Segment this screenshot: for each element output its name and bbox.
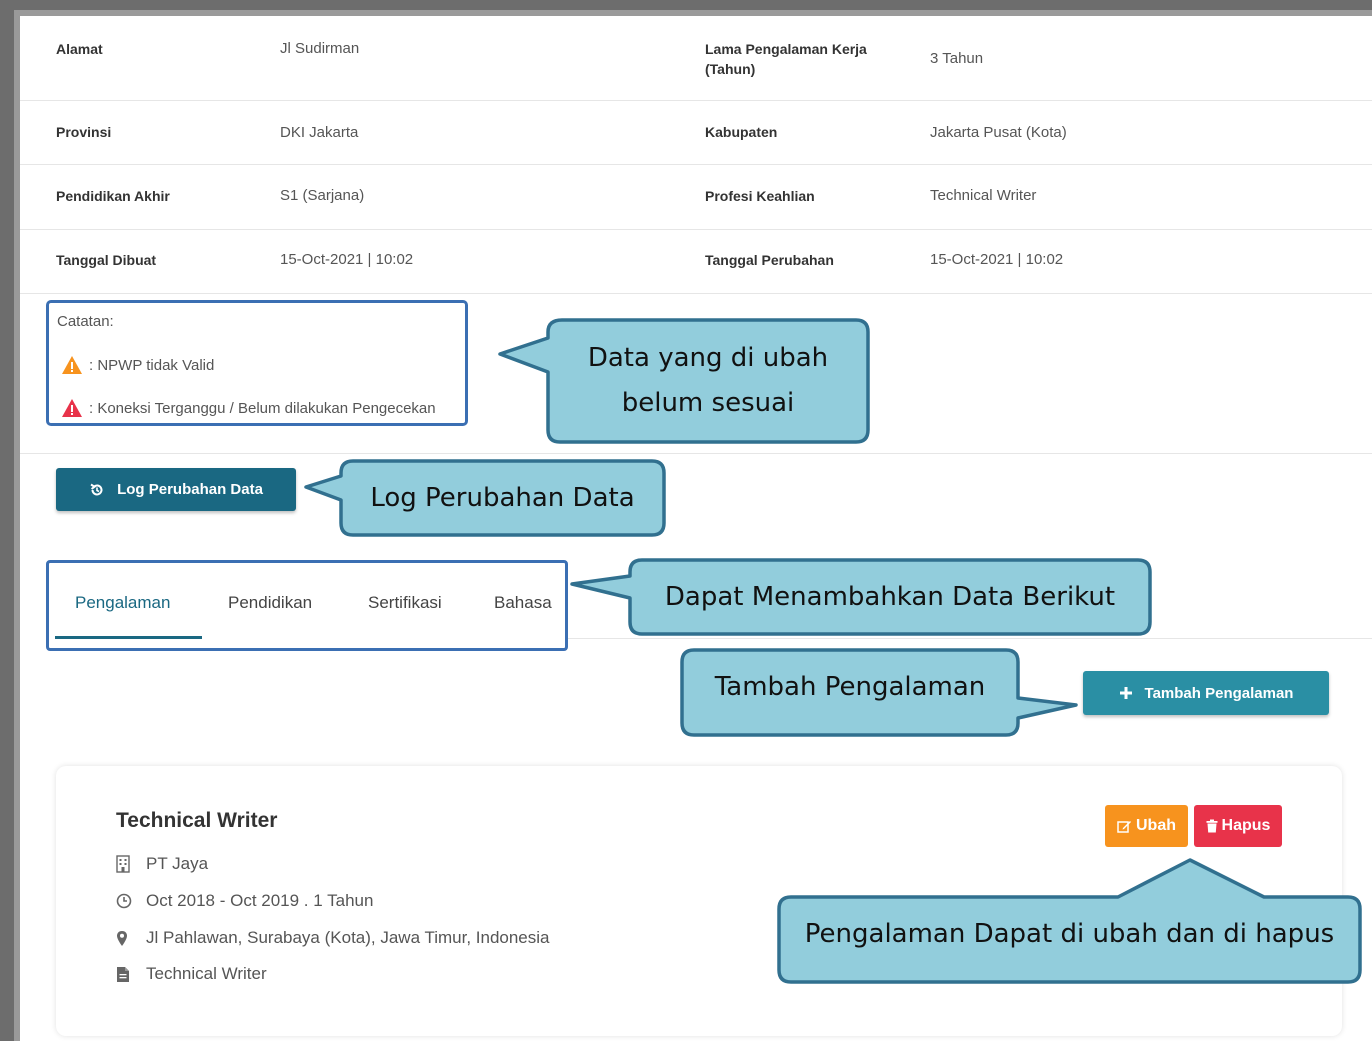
experience-description: Technical Writer	[116, 964, 267, 984]
tab-sertifikasi[interactable]: Sertifikasi	[368, 593, 442, 613]
tabs-divider	[568, 638, 1372, 639]
active-tab-indicator	[55, 636, 202, 639]
experience-period: Oct 2018 - Oct 2019 . 1 Tahun	[116, 891, 373, 911]
experience-company-text: PT Jaya	[146, 854, 209, 873]
tambah-pengalaman-label: Tambah Pengalaman	[1144, 684, 1294, 702]
value-kabupaten: Jakarta Pusat (Kota)	[930, 124, 1067, 141]
ubah-label: Ubah	[1136, 817, 1176, 834]
callout-data-line-1: Data yang di ubah	[587, 343, 829, 373]
hapus-label: Hapus	[1221, 817, 1271, 834]
label-pendidikan-akhir: Pendidikan Akhir	[56, 188, 170, 204]
value-provinsi: DKI Jakarta	[280, 124, 359, 141]
callout-edit-text: Pengalaman Dapat di ubah dan di hapus	[804, 919, 1335, 949]
document-icon	[116, 966, 146, 983]
value-alamat: Jl Sudirman	[280, 40, 360, 57]
note-npwp: : NPWP tidak Valid	[61, 355, 214, 375]
profile-info-table: Alamat Jl Sudirman Lama Pengalaman Kerja…	[20, 16, 1372, 294]
info-row-pendidikan: Pendidikan Akhir S1 (Sarjana) Profesi Ke…	[20, 165, 1372, 230]
callout-tabs-text: Dapat Menambahkan Data Berikut	[664, 582, 1116, 612]
experience-company: PT Jaya	[116, 854, 208, 874]
experience-card: Technical Writer PT Jaya Oct 2018 - Oct …	[56, 766, 1342, 1036]
plus-icon	[1119, 687, 1132, 699]
label-lama-pengalaman-1: Lama Pengalaman Kerja	[705, 41, 867, 57]
info-row-provinsi: Provinsi DKI Jakarta Kabupaten Jakarta P…	[20, 101, 1372, 165]
label-alamat: Alamat	[56, 41, 103, 57]
log-perubahan-label: Log Perubahan Data	[117, 481, 263, 498]
info-row-alamat: Alamat Jl Sudirman Lama Pengalaman Kerja…	[20, 16, 1372, 101]
notes-title: Catatan:	[57, 313, 114, 330]
experience-description-text: Technical Writer	[146, 964, 267, 983]
value-profesi-keahlian: Technical Writer	[930, 187, 1037, 204]
callout-data-line-2: belum sesuai	[621, 388, 795, 418]
value-tanggal-perubahan: 15-Oct-2021 | 10:02	[930, 251, 1064, 268]
callout-add-text: Tambah Pengalaman	[714, 672, 986, 702]
callout-data-text: Data yang di ubah belum sesuai	[548, 336, 868, 426]
edit-icon	[1117, 821, 1131, 833]
value-lama-pengalaman: 3 Tahun	[930, 50, 984, 67]
label-kabupaten: Kabupaten	[705, 124, 778, 140]
divider	[20, 453, 1372, 454]
info-row-tanggal: Tanggal Dibuat 15-Oct-2021 | 10:02 Tangg…	[20, 230, 1372, 294]
label-lama-pengalaman-2: (Tahun)	[705, 61, 756, 77]
warning-icon	[62, 399, 82, 417]
value-pendidikan-akhir: S1 (Sarjana)	[280, 187, 365, 204]
tab-bahasa[interactable]: Bahasa	[494, 593, 552, 613]
building-icon	[116, 855, 146, 873]
tab-pendidikan[interactable]: Pendidikan	[228, 593, 312, 613]
map-marker-icon	[116, 930, 146, 947]
label-tanggal-perubahan: Tanggal Perubahan	[705, 252, 834, 268]
tab-pengalaman[interactable]: Pengalaman	[75, 593, 170, 613]
label-provinsi: Provinsi	[56, 124, 112, 140]
experience-title: Technical Writer	[116, 809, 278, 832]
notes-box: Catatan: : NPWP tidak Valid : Koneksi Te…	[46, 300, 468, 426]
trash-icon	[1206, 819, 1218, 833]
experience-location-text: Jl Pahlawan, Surabaya (Kota), Jawa Timur…	[146, 928, 550, 947]
note-koneksi-text: : Koneksi Terganggu / Belum dilakukan Pe…	[89, 399, 436, 417]
warning-icon	[62, 356, 82, 374]
callout-log-text: Log Perubahan Data	[370, 483, 635, 513]
note-koneksi: : Koneksi Terganggu / Belum dilakukan Pe…	[61, 398, 436, 418]
log-perubahan-button[interactable]: Log Perubahan Data	[56, 468, 296, 511]
tabs-bar: Pengalaman Pendidikan Sertifikasi Bahasa	[46, 560, 568, 651]
ubah-button[interactable]: Ubah	[1105, 805, 1188, 847]
tambah-pengalaman-button[interactable]: Tambah Pengalaman	[1083, 671, 1329, 715]
label-profesi-keahlian: Profesi Keahlian	[705, 188, 815, 204]
history-icon	[90, 483, 103, 495]
value-tanggal-dibuat: 15-Oct-2021 | 10:02	[280, 251, 414, 268]
clock-icon	[116, 893, 146, 909]
experience-period-text: Oct 2018 - Oct 2019 . 1 Tahun	[146, 891, 374, 910]
note-npwp-text: : NPWP tidak Valid	[89, 356, 215, 374]
label-tanggal-dibuat: Tanggal Dibuat	[56, 252, 157, 268]
experience-location: Jl Pahlawan, Surabaya (Kota), Jawa Timur…	[116, 928, 550, 948]
hapus-button[interactable]: Hapus	[1194, 805, 1282, 847]
